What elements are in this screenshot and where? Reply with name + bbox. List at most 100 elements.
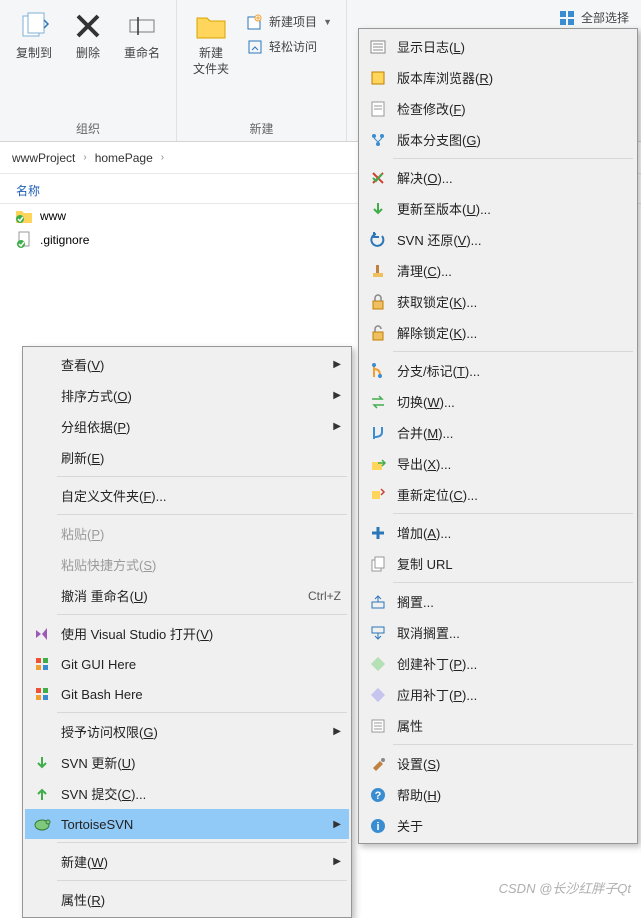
menu-branch-tag[interactable]: 分支/标记(T)... (361, 355, 635, 386)
copy-url-icon (367, 555, 389, 573)
ribbon-group-organize: 复制到 删除 重命名 组织 (0, 0, 177, 141)
menu-git-bash[interactable]: Git Bash Here (25, 679, 349, 709)
about-icon: i (367, 817, 389, 835)
breadcrumb-item-1[interactable]: homePage (95, 151, 153, 165)
menu-add[interactable]: 增加(A)... (361, 517, 635, 548)
menu-git-gui[interactable]: Git GUI Here (25, 649, 349, 679)
branch-icon (367, 362, 389, 380)
settings-icon (367, 755, 389, 773)
new-item-button[interactable]: 新建项目 ▼ (241, 10, 338, 33)
menu-resolve[interactable]: 解决(O)... (361, 162, 635, 193)
easy-access-icon (247, 39, 263, 55)
svg-text:i: i (376, 821, 379, 833)
chevron-right-icon: ▶ (333, 390, 341, 401)
unlock-icon (367, 324, 389, 342)
visual-studio-icon (31, 625, 53, 643)
relocate-icon (367, 486, 389, 504)
menu-paste-shortcut: 粘贴快捷方式(S) (25, 549, 349, 580)
delete-button[interactable]: 删除 (64, 6, 112, 66)
menu-settings[interactable]: 设置(S) (361, 748, 635, 779)
delete-label: 删除 (76, 46, 100, 62)
breadcrumb-item-0[interactable]: wwwProject (12, 151, 75, 165)
menu-separator (393, 158, 633, 159)
menu-help[interactable]: ?帮助(H) (361, 779, 635, 810)
easy-access-label: 轻松访问 (269, 38, 317, 55)
menu-update-to-rev[interactable]: 更新至版本(U)... (361, 193, 635, 224)
context-menu-main: 查看(V)▶ 排序方式(O)▶ 分组依据(P)▶ 刷新(E) 自定义文件夹(F)… (22, 346, 352, 918)
git-icon (31, 685, 53, 703)
help-icon: ? (367, 786, 389, 804)
shelve-icon (367, 593, 389, 611)
export-icon (367, 455, 389, 473)
menu-separator (57, 514, 347, 515)
new-folder-label: 新建 文件夹 (193, 46, 229, 77)
add-icon (367, 524, 389, 542)
menu-separator (393, 513, 633, 514)
copy-to-button[interactable]: 复制到 (8, 6, 60, 66)
menu-grant-access[interactable]: 授予访问权限(G)▶ (25, 716, 349, 747)
menu-undo-rename[interactable]: 撤消 重命名(U)Ctrl+Z (25, 580, 349, 611)
menu-repo-browser[interactable]: 版本库浏览器(R) (361, 62, 635, 93)
rename-button[interactable]: 重命名 (116, 6, 168, 66)
repo-icon (367, 69, 389, 87)
menu-properties-svn[interactable]: 属性 (361, 710, 635, 741)
delete-icon (72, 10, 104, 42)
menu-apply-patch[interactable]: 应用补丁(P)... (361, 679, 635, 710)
shelve-label: 搁置... (397, 592, 627, 611)
menu-merge[interactable]: 合并(M)... (361, 417, 635, 448)
new-group-label: 新建 (250, 116, 274, 139)
graph-icon (367, 131, 389, 149)
tortoisesvn-label: TortoiseSVN (61, 817, 333, 832)
menu-release-lock[interactable]: 解除锁定(K)... (361, 317, 635, 348)
menu-separator (57, 880, 347, 881)
menu-new[interactable]: 新建(W)▶ (25, 846, 349, 877)
menu-svn-commit[interactable]: SVN 提交(C)... (25, 778, 349, 809)
menu-export[interactable]: 导出(X)... (361, 448, 635, 479)
file-svn-icon (16, 232, 32, 248)
tortoise-icon (31, 815, 53, 833)
copy-url-label: 复制 URL (397, 554, 627, 573)
menu-revision-graph[interactable]: 版本分支图(G) (361, 124, 635, 155)
menu-refresh[interactable]: 刷新(E) (25, 442, 349, 473)
menu-shelve[interactable]: 搁置... (361, 586, 635, 617)
unshelve-icon (367, 624, 389, 642)
cleanup-icon (367, 262, 389, 280)
organize-group-label: 组织 (76, 116, 100, 139)
menu-svn-update[interactable]: SVN 更新(U) (25, 747, 349, 778)
menu-create-patch[interactable]: 创建补丁(P)... (361, 648, 635, 679)
menu-about[interactable]: i关于 (361, 810, 635, 841)
menu-copy-url[interactable]: 复制 URL (361, 548, 635, 579)
switch-icon (367, 393, 389, 411)
menu-group-by[interactable]: 分组依据(P)▶ (25, 411, 349, 442)
menu-separator (393, 351, 633, 352)
menu-unshelve[interactable]: 取消搁置... (361, 617, 635, 648)
chevron-right-icon: ▶ (333, 726, 341, 737)
context-menu-tortoisesvn: 显示日志(L) 版本库浏览器(R) 检查修改(F) 版本分支图(G) 解决(O)… (358, 28, 638, 844)
menu-tortoisesvn[interactable]: TortoiseSVN▶ (25, 809, 349, 839)
menu-sort[interactable]: 排序方式(O)▶ (25, 380, 349, 411)
menu-customize-folder[interactable]: 自定义文件夹(F)... (25, 480, 349, 511)
new-item-label: 新建项目 (269, 13, 317, 30)
chevron-right-icon: ▶ (333, 421, 341, 432)
menu-separator (57, 842, 347, 843)
menu-switch[interactable]: 切换(W)... (361, 386, 635, 417)
chevron-right-icon: › (83, 152, 86, 163)
rename-label: 重命名 (124, 46, 160, 62)
patch-icon (367, 655, 389, 673)
easy-access-button[interactable]: 轻松访问 (241, 35, 338, 58)
menu-get-lock[interactable]: 获取锁定(K)... (361, 286, 635, 317)
menu-properties[interactable]: 属性(R) (25, 884, 349, 915)
svn-commit-icon (31, 785, 53, 803)
menu-relocate[interactable]: 重新定位(C)... (361, 479, 635, 510)
menu-svn-revert[interactable]: SVN 还原(V)... (361, 224, 635, 255)
menu-cleanup[interactable]: 清理(C)... (361, 255, 635, 286)
select-all-button[interactable]: 全部选择 (553, 6, 635, 29)
new-folder-button[interactable]: 新建 文件夹 (185, 6, 237, 81)
menu-show-log[interactable]: 显示日志(L) (361, 31, 635, 62)
menu-vs-open[interactable]: 使用 Visual Studio 打开(V) (25, 618, 349, 649)
menu-check-mods[interactable]: 检查修改(F) (361, 93, 635, 124)
lock-icon (367, 293, 389, 311)
menu-view[interactable]: 查看(V)▶ (25, 349, 349, 380)
menu-separator (393, 582, 633, 583)
watermark: CSDN @长沙红胖子Qt (499, 878, 631, 897)
